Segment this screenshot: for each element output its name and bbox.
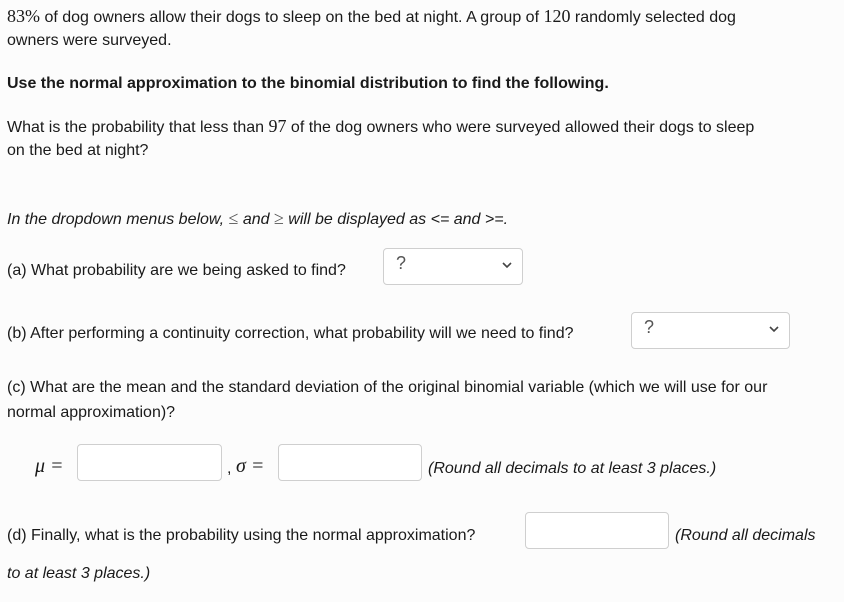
part-a-label: (a) What probability are we being asked … — [7, 262, 346, 279]
part-c-round-note: (Round all decimals to at least 3 places… — [428, 460, 717, 477]
part-c-label-line2: normal approximation)? — [7, 404, 176, 421]
note-and: and — [238, 211, 274, 228]
question-text-2: of the dog owners who were surveyed allo… — [286, 119, 755, 136]
part-b-selected: ? — [644, 317, 655, 337]
instruction: Use the normal approximation to the bino… — [7, 75, 609, 92]
part-a-selected: ? — [396, 253, 407, 273]
part-a-dropdown[interactable]: ? — [383, 248, 523, 285]
mu-label: μ = — [35, 455, 64, 477]
sample-size: 120 — [543, 6, 571, 26]
chevron-down-icon — [769, 326, 779, 333]
le-symbol: ≤ — [228, 208, 239, 228]
chevron-down-icon — [502, 262, 512, 269]
mean-input[interactable] — [77, 444, 222, 481]
comma-separator: , — [227, 460, 232, 477]
note-text-2: will be displayed as <= and >=. — [283, 211, 509, 228]
probability-input[interactable] — [525, 512, 669, 549]
percent-value: 83% — [7, 6, 40, 26]
question-line2: on the bed at night? — [7, 142, 149, 159]
intro-text: of dog owners allow their dogs to sleep … — [40, 9, 544, 26]
question-text: What is the probability that less than — [7, 119, 269, 136]
dropdown-note: In the dropdown menus below, ≤ and ≥ wil… — [7, 208, 508, 230]
question-line1: What is the probability that less than 9… — [7, 116, 754, 138]
std-dev-input[interactable] — [278, 444, 422, 481]
part-d-label: (d) Finally, what is the probability usi… — [7, 527, 476, 544]
part-c-label-line1: (c) What are the mean and the standard d… — [7, 379, 768, 396]
sigma-label: σ = — [236, 455, 265, 477]
part-d-round-note-line1: (Round all decimals — [675, 527, 816, 544]
intro-text-2: randomly selected dog — [570, 9, 736, 26]
ge-symbol: ≥ — [273, 208, 284, 228]
part-b-dropdown[interactable]: ? — [631, 312, 790, 349]
threshold-value: 97 — [268, 116, 287, 136]
problem-intro-line2: owners were surveyed. — [7, 32, 172, 49]
part-d-round-note-line2: to at least 3 places.) — [7, 565, 151, 582]
note-text: In the dropdown menus below, — [7, 211, 229, 228]
part-b-label: (b) After performing a continuity correc… — [7, 325, 574, 342]
problem-intro-line1: 83% of dog owners allow their dogs to sl… — [7, 6, 736, 28]
